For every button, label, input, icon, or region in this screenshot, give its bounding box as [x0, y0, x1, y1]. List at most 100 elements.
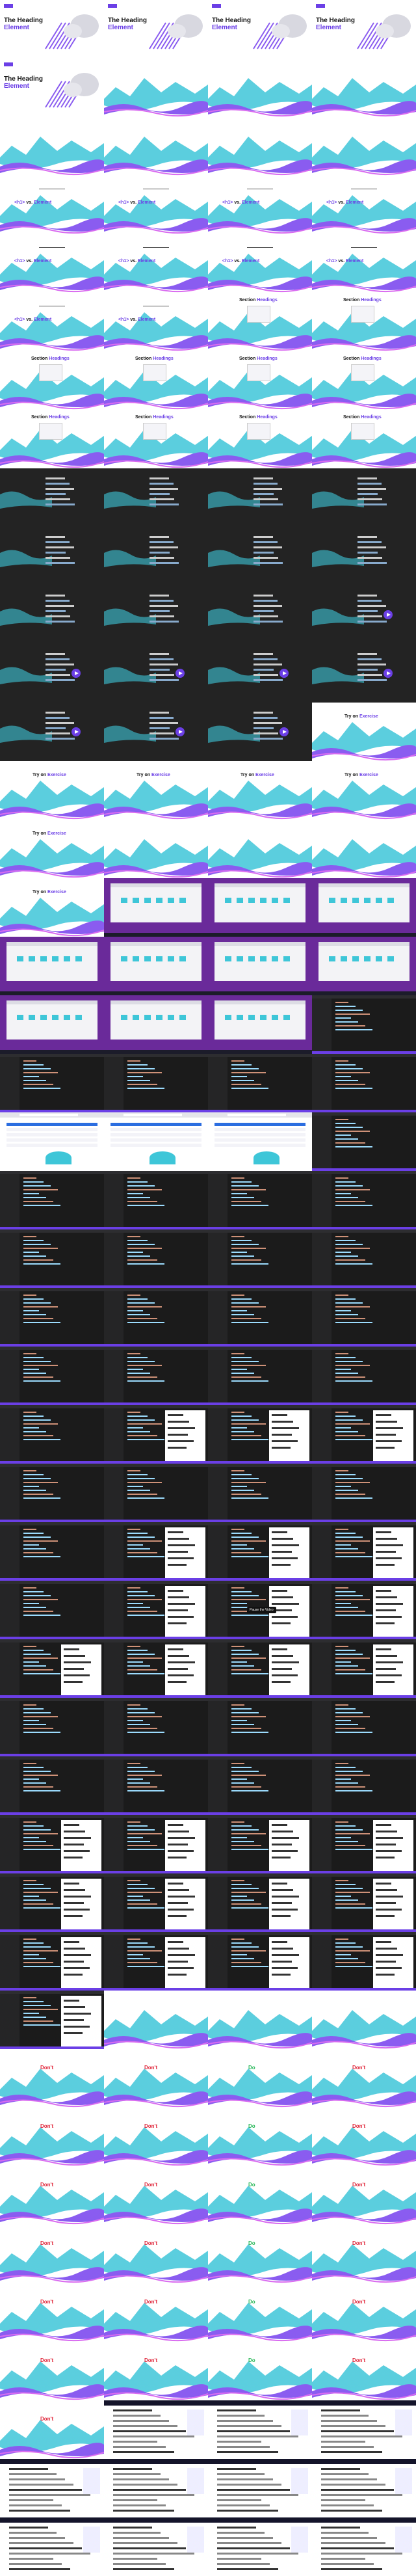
- thumbnail-cell[interactable]: [312, 1347, 416, 1405]
- thumbnail-cell[interactable]: Don't: [0, 2342, 104, 2400]
- thumbnail-cell[interactable]: Try on Exercise: [0, 761, 104, 820]
- thumbnail-cell[interactable]: [104, 644, 208, 703]
- thumbnail-cell[interactable]: [104, 1991, 208, 2049]
- play-button[interactable]: [280, 727, 289, 736]
- thumbnail-cell[interactable]: Section Headings: [208, 410, 312, 468]
- thumbnail-cell[interactable]: [208, 468, 312, 527]
- thumbnail-cell[interactable]: Section Headings: [312, 410, 416, 468]
- thumbnail-cell[interactable]: <h1> vs. Element: [0, 176, 104, 234]
- play-button[interactable]: [176, 727, 185, 736]
- thumbnail-cell[interactable]: [208, 1405, 312, 1464]
- thumbnail-cell[interactable]: Section Headings: [0, 351, 104, 410]
- thumbnail-cell[interactable]: Don't: [104, 2225, 208, 2283]
- thumbnail-cell[interactable]: Don't: [104, 2342, 208, 2400]
- thumbnail-cell[interactable]: [104, 585, 208, 644]
- thumbnail-cell[interactable]: [0, 1932, 104, 1991]
- thumbnail-cell[interactable]: [208, 2400, 312, 2459]
- thumbnail-cell[interactable]: [0, 1991, 104, 2049]
- thumbnail-cell[interactable]: [208, 1873, 312, 1932]
- thumbnail-cell[interactable]: [104, 1405, 208, 1464]
- thumbnail-cell[interactable]: [104, 995, 208, 1054]
- thumbnail-cell[interactable]: <h1> vs. Element: [104, 176, 208, 234]
- thumbnail-cell[interactable]: [312, 1639, 416, 1698]
- thumbnail-cell[interactable]: [104, 59, 208, 117]
- thumbnail-cell[interactable]: Do: [208, 2225, 312, 2283]
- thumbnail-cell[interactable]: [312, 1054, 416, 1112]
- thumbnail-cell[interactable]: [0, 1639, 104, 1698]
- thumbnail-cell[interactable]: [208, 820, 312, 878]
- thumbnail-cell[interactable]: Section Headings: [104, 351, 208, 410]
- thumbnail-cell[interactable]: [312, 1405, 416, 1464]
- thumbnail-cell[interactable]: Section Headings: [104, 410, 208, 468]
- thumbnail-cell[interactable]: <h1> vs. Element: [0, 293, 104, 351]
- thumbnail-cell[interactable]: Do: [208, 2283, 312, 2342]
- thumbnail-cell[interactable]: [208, 937, 312, 995]
- thumbnail-cell[interactable]: [104, 527, 208, 585]
- thumbnail-cell[interactable]: Don't: [0, 2283, 104, 2342]
- thumbnail-cell[interactable]: [0, 1112, 104, 1171]
- thumbnail-cell[interactable]: Try on Exercise: [312, 761, 416, 820]
- thumbnail-cell[interactable]: [208, 527, 312, 585]
- thumbnail-cell[interactable]: [0, 644, 104, 703]
- thumbnail-cell[interactable]: [312, 1112, 416, 1171]
- thumbnail-cell[interactable]: [0, 1347, 104, 1405]
- thumbnail-cell[interactable]: <h1> vs. Element: [0, 234, 104, 293]
- thumbnail-cell[interactable]: The Heading Element: [104, 0, 208, 59]
- thumbnail-cell[interactable]: [0, 468, 104, 527]
- thumbnail-cell[interactable]: [208, 1112, 312, 1171]
- thumbnail-cell[interactable]: [208, 1288, 312, 1347]
- thumbnail-cell[interactable]: Don't: [0, 2166, 104, 2225]
- thumbnail-cell[interactable]: [0, 2517, 104, 2576]
- thumbnail-cell[interactable]: [0, 117, 104, 176]
- thumbnail-cell[interactable]: [312, 820, 416, 878]
- thumbnail-cell[interactable]: [0, 1405, 104, 1464]
- thumbnail-cell[interactable]: [0, 937, 104, 995]
- thumbnail-cell[interactable]: [104, 1639, 208, 1698]
- thumbnail-cell[interactable]: [0, 1873, 104, 1932]
- thumbnail-cell[interactable]: [0, 1698, 104, 1756]
- play-button[interactable]: [384, 610, 393, 619]
- thumbnail-cell[interactable]: <h1> vs. Element: [312, 234, 416, 293]
- thumbnail-cell[interactable]: [312, 2400, 416, 2459]
- thumbnail-cell[interactable]: [208, 117, 312, 176]
- thumbnail-cell[interactable]: [312, 1171, 416, 1229]
- thumbnail-cell[interactable]: Try on Exercise: [0, 878, 104, 937]
- thumbnail-cell[interactable]: Pause the Video: [208, 1581, 312, 1639]
- thumbnail-cell[interactable]: Section Headings: [0, 410, 104, 468]
- thumbnail-cell[interactable]: [104, 1229, 208, 1288]
- thumbnail-cell[interactable]: Don't: [312, 2342, 416, 2400]
- thumbnail-cell[interactable]: Try on Exercise: [104, 761, 208, 820]
- thumbnail-cell[interactable]: Don't: [312, 2283, 416, 2342]
- thumbnail-cell[interactable]: [208, 1347, 312, 1405]
- play-button[interactable]: [72, 727, 81, 736]
- thumbnail-cell[interactable]: [312, 527, 416, 585]
- thumbnail-cell[interactable]: [104, 1288, 208, 1347]
- thumbnail-cell[interactable]: Section Headings: [208, 293, 312, 351]
- thumbnail-cell[interactable]: [208, 1756, 312, 1815]
- thumbnail-cell[interactable]: [0, 585, 104, 644]
- thumbnail-cell[interactable]: [208, 1229, 312, 1288]
- thumbnail-cell[interactable]: [312, 59, 416, 117]
- thumbnail-cell[interactable]: The Heading Element: [312, 0, 416, 59]
- thumbnail-cell[interactable]: [104, 1581, 208, 1639]
- thumbnail-cell[interactable]: [312, 937, 416, 995]
- thumbnail-cell[interactable]: [312, 1698, 416, 1756]
- thumbnail-cell[interactable]: [0, 527, 104, 585]
- thumbnail-cell[interactable]: Don't: [0, 2225, 104, 2283]
- play-button[interactable]: [72, 669, 81, 678]
- thumbnail-cell[interactable]: [104, 2517, 208, 2576]
- thumbnail-cell[interactable]: [312, 585, 416, 644]
- thumbnail-cell[interactable]: Don't: [312, 2049, 416, 2108]
- thumbnail-cell[interactable]: Section Headings: [312, 293, 416, 351]
- thumbnail-cell[interactable]: Don't: [312, 2225, 416, 2283]
- thumbnail-cell[interactable]: [104, 703, 208, 761]
- thumbnail-cell[interactable]: [208, 1522, 312, 1581]
- thumbnail-cell[interactable]: [0, 1756, 104, 1815]
- thumbnail-cell[interactable]: [0, 1054, 104, 1112]
- thumbnail-cell[interactable]: Don't: [104, 2049, 208, 2108]
- thumbnail-cell[interactable]: [312, 878, 416, 937]
- thumbnail-cell[interactable]: [104, 1522, 208, 1581]
- thumbnail-cell[interactable]: Don't: [312, 2166, 416, 2225]
- thumbnail-cell[interactable]: [104, 1873, 208, 1932]
- thumbnail-cell[interactable]: [208, 585, 312, 644]
